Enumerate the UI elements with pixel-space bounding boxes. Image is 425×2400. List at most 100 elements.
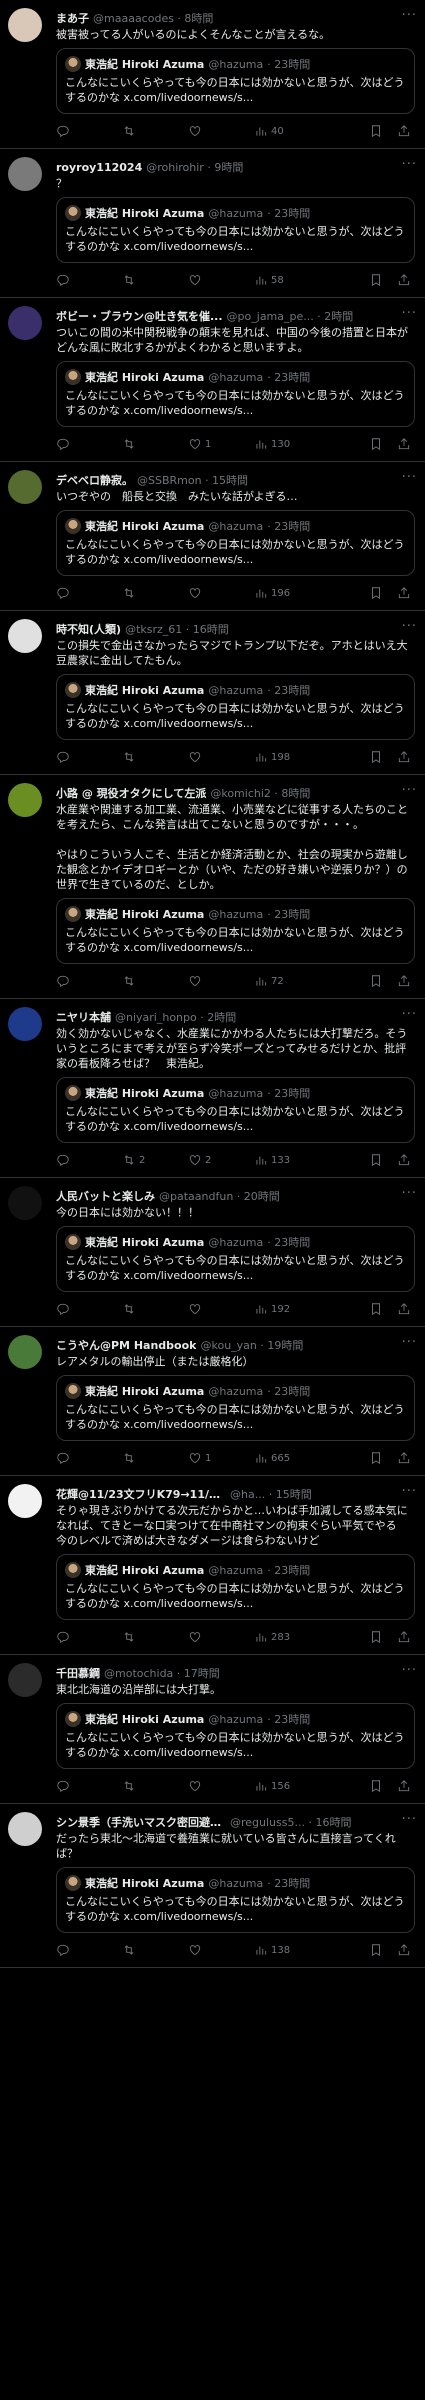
more-options-icon[interactable]: ··· bbox=[402, 619, 417, 634]
more-options-icon[interactable]: ··· bbox=[402, 1186, 417, 1201]
quoted-post[interactable]: 東浩紀 Hiroki Azuma @hazuma · 23時間 こんなにこいくら… bbox=[56, 1077, 415, 1143]
more-options-icon[interactable]: ··· bbox=[402, 1007, 417, 1022]
author-meta[interactable]: @komichi2 · 8時間 bbox=[210, 785, 310, 801]
post[interactable]: 花輝@11/23文フリK79→11/24ティア... @ha... · 15時間… bbox=[0, 1476, 425, 1655]
author-name[interactable]: 時不知(人類) bbox=[56, 621, 121, 637]
views-button[interactable]: 130 bbox=[254, 437, 320, 451]
post[interactable]: 小路 @ 現役オタクにして左派 @komichi2 · 8時間 ··· 水産業や… bbox=[0, 775, 425, 999]
retweet-button[interactable] bbox=[122, 1630, 188, 1644]
bookmark-icon[interactable] bbox=[369, 273, 383, 287]
views-button[interactable]: 198 bbox=[254, 750, 320, 764]
more-options-icon[interactable]: ··· bbox=[402, 157, 417, 172]
author-meta[interactable]: @niyari_honpo · 2時間 bbox=[115, 1009, 236, 1025]
reply-button[interactable] bbox=[56, 586, 122, 600]
views-button[interactable]: 156 bbox=[254, 1779, 320, 1793]
author-meta[interactable]: @motochida · 17時間 bbox=[104, 1665, 220, 1681]
like-button[interactable] bbox=[188, 586, 254, 600]
like-button[interactable]: 2 bbox=[188, 1153, 254, 1167]
reply-button[interactable] bbox=[56, 1451, 122, 1465]
quoted-post[interactable]: 東浩紀 Hiroki Azuma @hazuma · 23時間 こんなにこいくら… bbox=[56, 674, 415, 740]
reply-button[interactable] bbox=[56, 273, 122, 287]
like-button[interactable] bbox=[188, 974, 254, 988]
share-icon[interactable] bbox=[397, 974, 411, 988]
avatar[interactable] bbox=[8, 1663, 42, 1697]
author-name[interactable]: royroy112024 bbox=[56, 161, 142, 174]
post[interactable]: こうやん@PM Handbook @kou_yan · 19時間 ··· レアメ… bbox=[0, 1327, 425, 1476]
post[interactable]: 時不知(人類) @tksrz_61 · 16時間 ··· この損失で金出さなかっ… bbox=[0, 611, 425, 775]
author-meta[interactable]: @maaaacodes · 8時間 bbox=[93, 10, 213, 26]
retweet-button[interactable] bbox=[122, 124, 188, 138]
author-meta[interactable]: @reguluss5... · 16時間 bbox=[230, 1814, 351, 1830]
more-options-icon[interactable]: ··· bbox=[402, 1335, 417, 1350]
like-button[interactable]: 1 bbox=[188, 437, 254, 451]
like-button[interactable] bbox=[188, 1943, 254, 1957]
avatar[interactable] bbox=[8, 1335, 42, 1369]
bookmark-icon[interactable] bbox=[369, 1630, 383, 1644]
author-meta[interactable]: @SSBRmon · 15時間 bbox=[137, 472, 248, 488]
avatar[interactable] bbox=[8, 1812, 42, 1846]
bookmark-icon[interactable] bbox=[369, 124, 383, 138]
like-button[interactable] bbox=[188, 273, 254, 287]
views-button[interactable]: 196 bbox=[254, 586, 320, 600]
avatar[interactable] bbox=[8, 1007, 42, 1041]
share-icon[interactable] bbox=[397, 586, 411, 600]
quoted-post[interactable]: 東浩紀 Hiroki Azuma @hazuma · 23時間 こんなにこいくら… bbox=[56, 510, 415, 576]
retweet-button[interactable] bbox=[122, 1451, 188, 1465]
more-options-icon[interactable]: ··· bbox=[402, 8, 417, 23]
quoted-post[interactable]: 東浩紀 Hiroki Azuma @hazuma · 23時間 こんなにこいくら… bbox=[56, 1867, 415, 1933]
author-name[interactable]: 花輝@11/23文フリK79→11/24ティア... bbox=[56, 1486, 226, 1502]
share-icon[interactable] bbox=[397, 1451, 411, 1465]
author-meta[interactable]: @rohirohir · 9時間 bbox=[146, 159, 243, 175]
reply-button[interactable] bbox=[56, 124, 122, 138]
retweet-button[interactable] bbox=[122, 1943, 188, 1957]
retweet-button[interactable] bbox=[122, 273, 188, 287]
share-icon[interactable] bbox=[397, 1943, 411, 1957]
bookmark-icon[interactable] bbox=[369, 1302, 383, 1316]
author-meta[interactable]: @tksrz_61 · 16時間 bbox=[125, 621, 229, 637]
author-meta[interactable]: @po_jama_pe... · 2時間 bbox=[227, 308, 354, 324]
avatar[interactable] bbox=[8, 619, 42, 653]
reply-button[interactable] bbox=[56, 1779, 122, 1793]
share-icon[interactable] bbox=[397, 273, 411, 287]
views-button[interactable]: 72 bbox=[254, 974, 320, 988]
author-name[interactable]: ボビー・ブラウン@吐き気を催... bbox=[56, 308, 223, 324]
bookmark-icon[interactable] bbox=[369, 1943, 383, 1957]
share-icon[interactable] bbox=[397, 1630, 411, 1644]
avatar[interactable] bbox=[8, 1484, 42, 1518]
author-meta[interactable]: @ha... · 15時間 bbox=[230, 1486, 312, 1502]
like-button[interactable] bbox=[188, 1302, 254, 1316]
bookmark-icon[interactable] bbox=[369, 1153, 383, 1167]
quoted-post[interactable]: 東浩紀 Hiroki Azuma @hazuma · 23時間 こんなにこいくら… bbox=[56, 898, 415, 964]
retweet-button[interactable] bbox=[122, 1779, 188, 1793]
more-options-icon[interactable]: ··· bbox=[402, 783, 417, 798]
author-name[interactable]: こうやん@PM Handbook bbox=[56, 1337, 196, 1353]
retweet-button[interactable]: 2 bbox=[122, 1153, 188, 1167]
author-name[interactable]: ニヤリ本舗 bbox=[56, 1009, 111, 1025]
like-button[interactable] bbox=[188, 750, 254, 764]
post[interactable]: ボビー・ブラウン@吐き気を催... @po_jama_pe... · 2時間 ·… bbox=[0, 298, 425, 462]
share-icon[interactable] bbox=[397, 1302, 411, 1316]
bookmark-icon[interactable] bbox=[369, 586, 383, 600]
like-button[interactable] bbox=[188, 1779, 254, 1793]
share-icon[interactable] bbox=[397, 124, 411, 138]
bookmark-icon[interactable] bbox=[369, 437, 383, 451]
author-meta[interactable]: @kou_yan · 19時間 bbox=[200, 1337, 303, 1353]
quoted-post[interactable]: 東浩紀 Hiroki Azuma @hazuma · 23時間 こんなにこいくら… bbox=[56, 1703, 415, 1769]
post[interactable]: royroy112024 @rohirohir · 9時間 ··· ？ 東浩紀 … bbox=[0, 149, 425, 298]
more-options-icon[interactable]: ··· bbox=[402, 470, 417, 485]
avatar[interactable] bbox=[8, 157, 42, 191]
author-meta[interactable]: @pataandfun · 20時間 bbox=[159, 1188, 280, 1204]
quoted-post[interactable]: 東浩紀 Hiroki Azuma @hazuma · 23時間 こんなにこいくら… bbox=[56, 197, 415, 263]
retweet-button[interactable] bbox=[122, 1302, 188, 1316]
views-button[interactable]: 192 bbox=[254, 1302, 320, 1316]
quoted-post[interactable]: 東浩紀 Hiroki Azuma @hazuma · 23時間 こんなにこいくら… bbox=[56, 361, 415, 427]
reply-button[interactable] bbox=[56, 974, 122, 988]
avatar[interactable] bbox=[8, 1186, 42, 1220]
more-options-icon[interactable]: ··· bbox=[402, 306, 417, 321]
quoted-post[interactable]: 東浩紀 Hiroki Azuma @hazuma · 23時間 こんなにこいくら… bbox=[56, 1375, 415, 1441]
author-name[interactable]: 人民バットと楽しみ bbox=[56, 1188, 155, 1204]
avatar[interactable] bbox=[8, 783, 42, 817]
like-button[interactable] bbox=[188, 1630, 254, 1644]
quoted-post[interactable]: 東浩紀 Hiroki Azuma @hazuma · 23時間 こんなにこいくら… bbox=[56, 1554, 415, 1620]
bookmark-icon[interactable] bbox=[369, 1779, 383, 1793]
